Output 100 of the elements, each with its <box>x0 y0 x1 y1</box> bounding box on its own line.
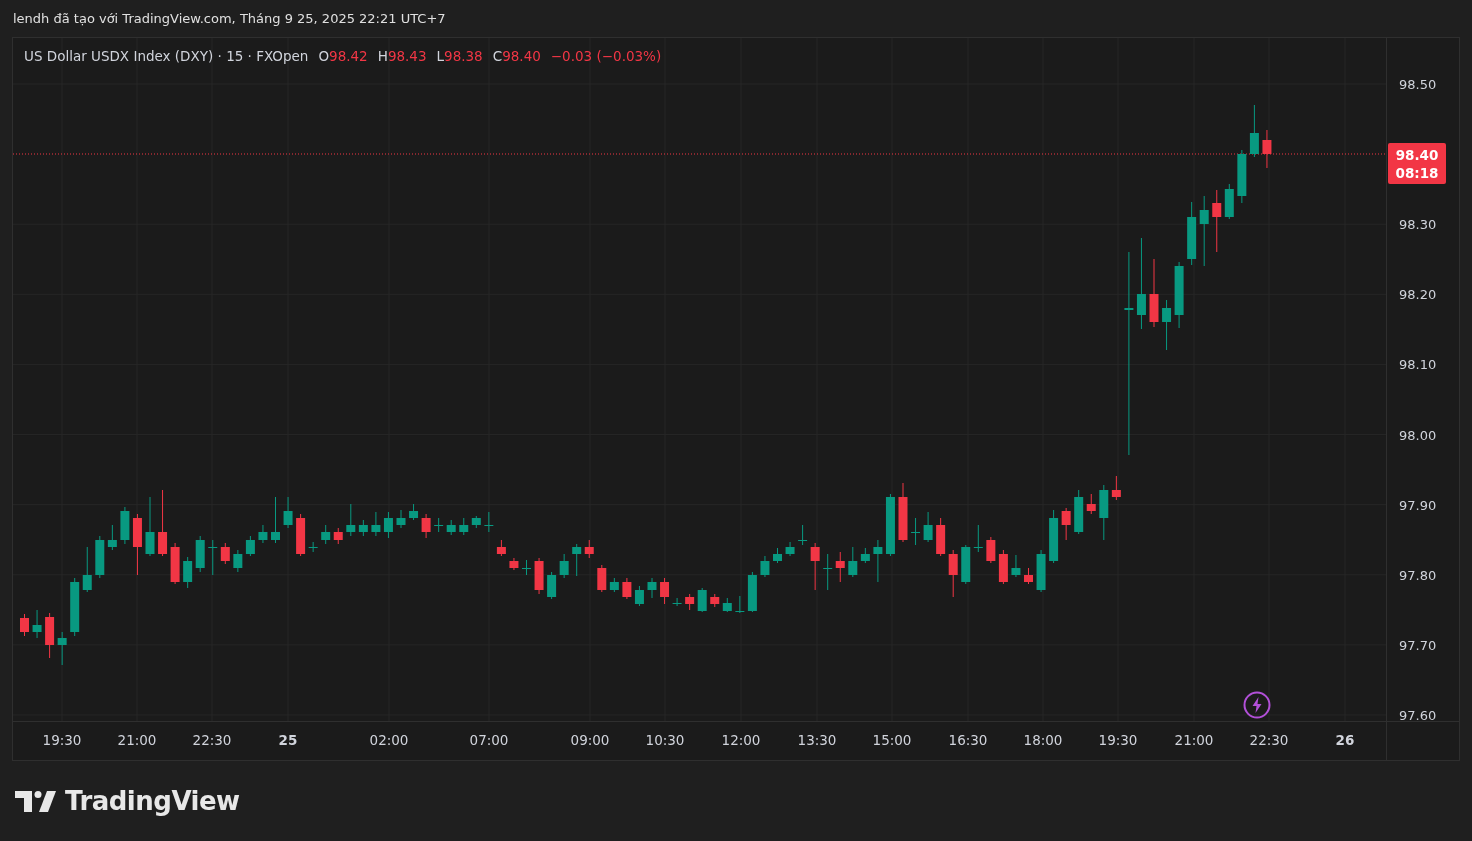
candle <box>496 539 506 557</box>
snapshot-caption: lendh đã tạo với TradingView.com, Tháng 9 25, 2025 22:21 UTC+7 <box>12 10 447 28</box>
candle <box>961 544 971 585</box>
candle <box>760 555 770 578</box>
candle <box>522 559 531 576</box>
candle <box>208 539 218 576</box>
candle <box>998 549 1008 585</box>
candle <box>82 546 92 593</box>
last-price: 98.40 <box>1395 145 1439 164</box>
candle <box>911 517 921 546</box>
candle <box>697 587 707 613</box>
candle <box>258 524 268 544</box>
candle <box>107 524 117 551</box>
candle <box>798 524 808 546</box>
candle <box>923 511 933 543</box>
price-tick-label: 98.10 <box>1399 356 1437 372</box>
price-change: −0.03 (−0.03%) <box>550 48 662 64</box>
candle <box>660 577 670 605</box>
candle <box>220 542 230 565</box>
candle <box>296 513 306 557</box>
candle <box>434 517 444 533</box>
candle <box>421 513 431 539</box>
candle <box>534 557 544 595</box>
candle <box>848 546 858 578</box>
candle <box>597 564 607 593</box>
candle <box>722 597 732 613</box>
candle <box>321 524 331 545</box>
candle <box>145 496 155 557</box>
candle <box>1011 554 1021 578</box>
candle <box>120 506 130 545</box>
candle <box>396 509 406 529</box>
candle <box>1249 104 1259 158</box>
time-tick-label: 10:30 <box>645 732 685 748</box>
candle <box>835 551 845 583</box>
candle <box>32 609 42 639</box>
time-tick-label: 02:00 <box>369 732 409 748</box>
time-tick-label: 19:30 <box>1098 732 1138 748</box>
candle <box>948 549 958 598</box>
candle <box>634 585 644 607</box>
candle <box>735 595 745 614</box>
price-tick-label: 98.00 <box>1399 427 1437 443</box>
time-tick-label: 19:30 <box>42 732 82 748</box>
candle <box>986 536 996 564</box>
price-tick-label: 98.30 <box>1399 216 1437 232</box>
candle <box>1074 489 1084 535</box>
candle <box>1187 201 1197 266</box>
candle <box>509 557 519 571</box>
ohlc-value: C98.40 <box>492 48 541 64</box>
candle <box>810 542 820 591</box>
candle <box>446 519 456 536</box>
candle <box>1237 149 1247 204</box>
candle <box>484 511 494 533</box>
candle <box>860 547 870 564</box>
time-tick-label: 21:00 <box>1174 732 1214 748</box>
candle <box>559 553 569 579</box>
time-tick-label: 21:00 <box>117 732 157 748</box>
candle <box>936 517 946 557</box>
time-tick-label: 07:00 <box>469 732 509 748</box>
symbol-title: US Dollar USDX Index (DXY) · 15 · FXOpen <box>24 48 309 64</box>
lightning-icon[interactable] <box>1243 691 1271 719</box>
candle <box>1024 567 1033 585</box>
candle <box>1086 493 1096 515</box>
time-tick-label: 09:00 <box>570 732 610 748</box>
time-tick-label: 18:00 <box>1023 732 1063 748</box>
candle <box>685 593 695 611</box>
candle <box>471 515 481 529</box>
candle <box>885 493 895 557</box>
candle <box>45 612 55 659</box>
time-tick-label: 16:30 <box>948 732 988 748</box>
time-tick-label: 15:00 <box>872 732 912 748</box>
logo-icon <box>15 790 57 812</box>
candle <box>647 577 657 599</box>
candle <box>609 577 619 593</box>
candle <box>95 535 105 579</box>
ohlc-value: H98.43 <box>377 48 427 64</box>
candle <box>346 503 356 537</box>
candle <box>1061 507 1071 541</box>
time-tick-label: 25 <box>278 732 298 748</box>
candle <box>158 489 168 557</box>
candle <box>283 496 293 529</box>
candle <box>1199 195 1209 267</box>
candle <box>572 543 582 577</box>
candle <box>898 482 908 543</box>
candle <box>1099 484 1109 541</box>
time-tick-label: 13:30 <box>797 732 837 748</box>
time-tick-label: 12:00 <box>721 732 761 748</box>
candle <box>1111 475 1121 501</box>
candle <box>57 631 67 666</box>
time-tick-label: 22:30 <box>1249 732 1289 748</box>
time-tick-label: 26 <box>1335 732 1355 748</box>
candle <box>245 535 255 557</box>
candle <box>1149 258 1159 328</box>
candle <box>672 597 682 607</box>
logo-wordmark: TradingView <box>65 786 240 816</box>
candle <box>383 511 393 539</box>
candle <box>132 513 142 576</box>
candle <box>333 527 343 545</box>
candle <box>823 553 833 591</box>
candle <box>1212 189 1222 253</box>
candle <box>747 571 757 613</box>
